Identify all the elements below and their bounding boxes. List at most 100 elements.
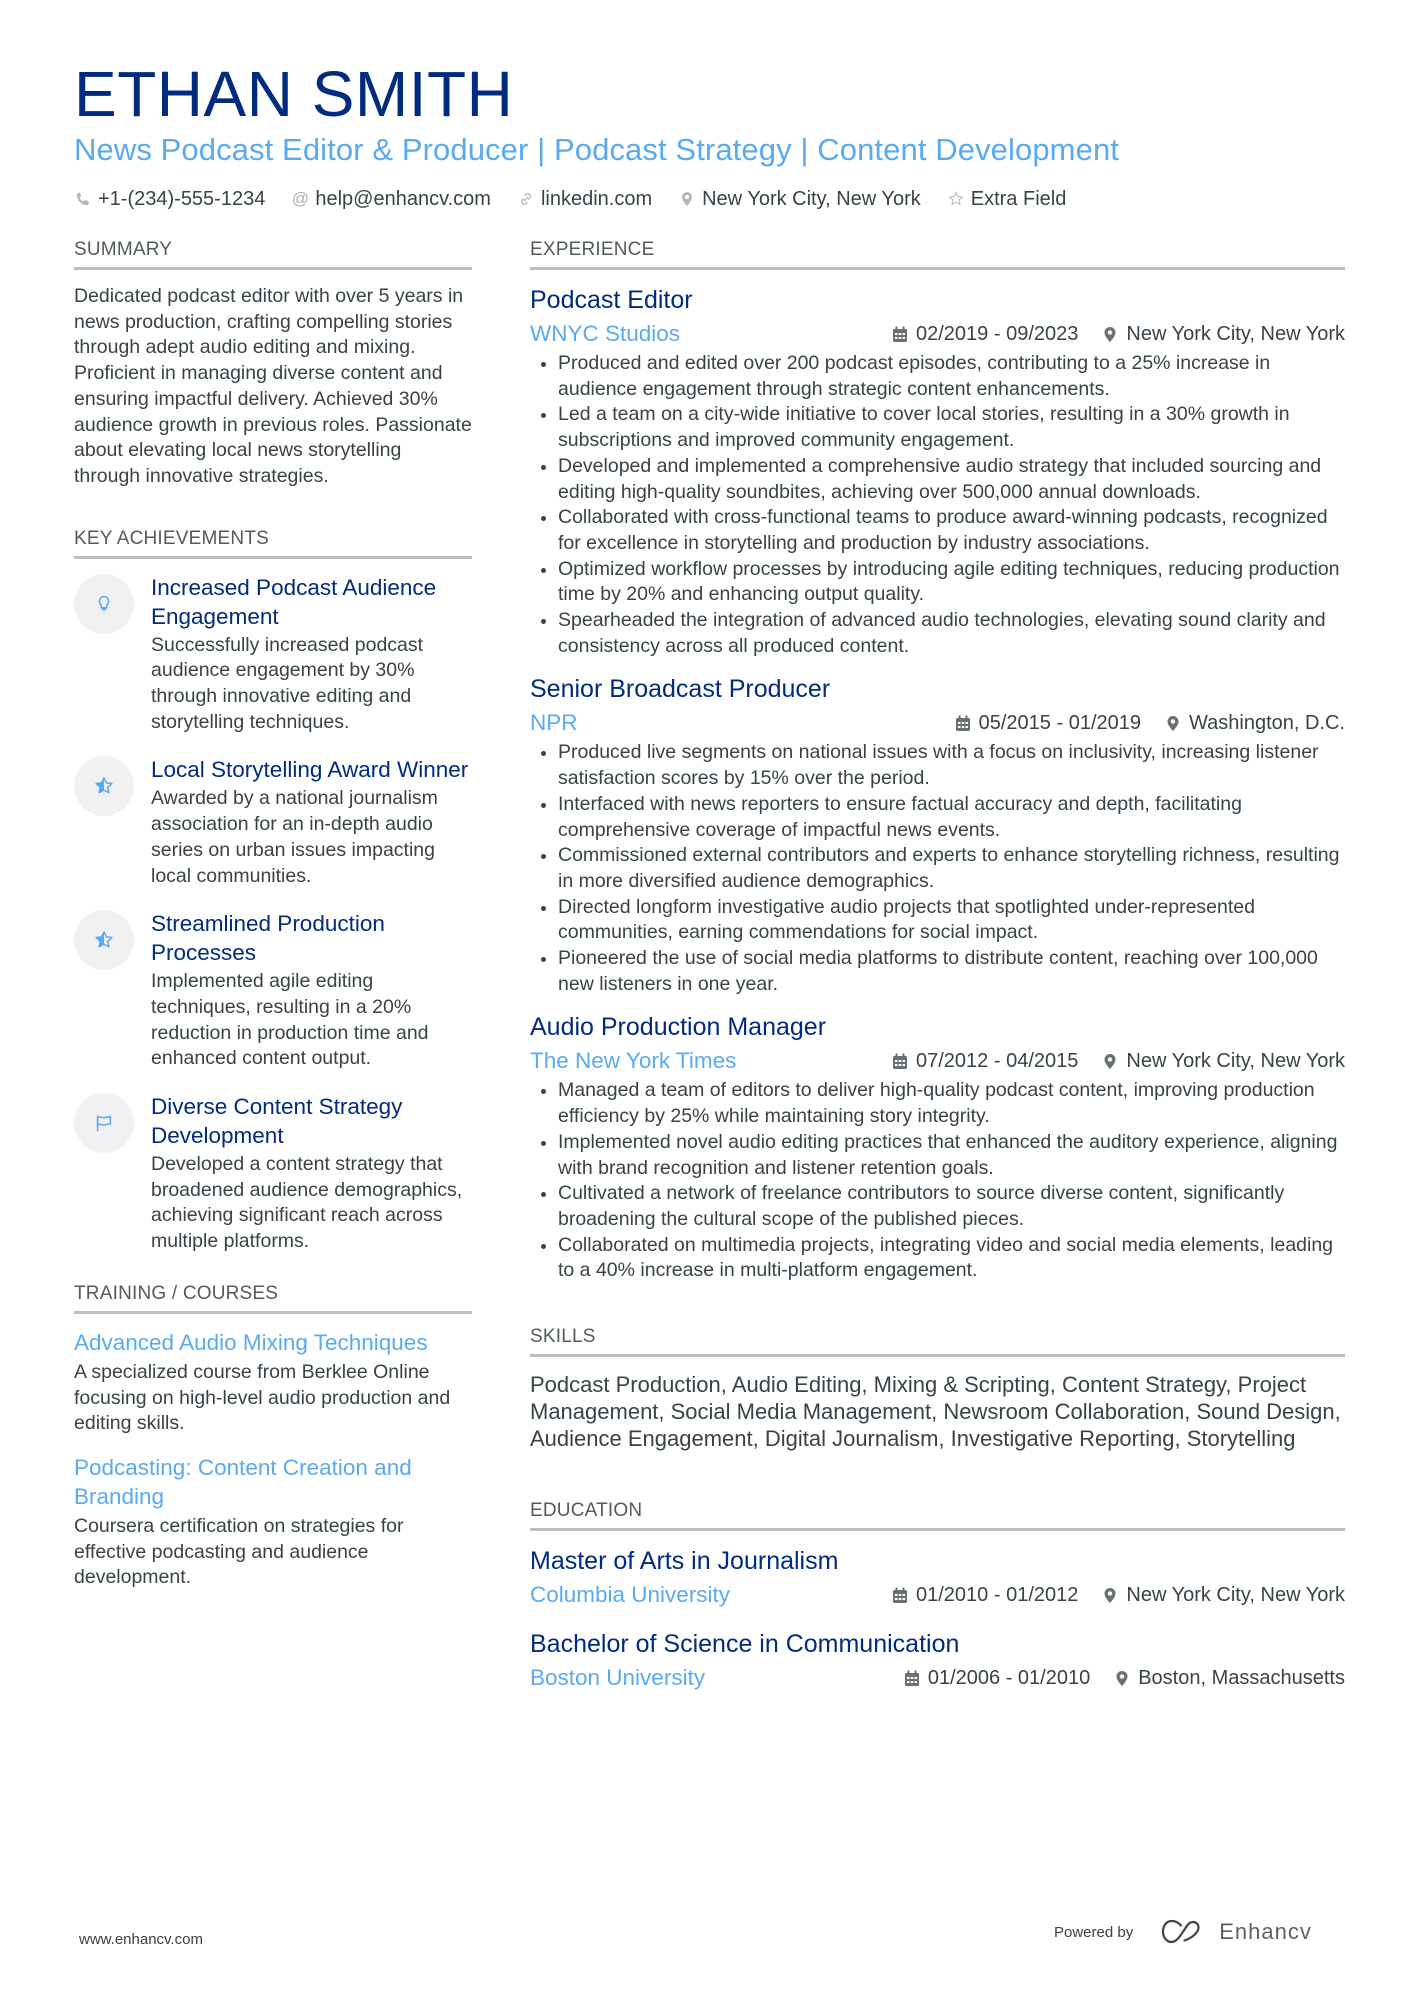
achievement-item: Increased Podcast Audience Engagement Su…	[74, 573, 472, 736]
job-entry: Senior Broadcast Producer NPR 05/2015 - …	[530, 673, 1345, 997]
flag-icon	[74, 1093, 134, 1154]
course-item: Advanced Audio Mixing Techniques A speci…	[74, 1328, 472, 1437]
education-entry: Bachelor of Science in Communication Bos…	[530, 1628, 1345, 1693]
star-icon	[947, 191, 965, 207]
job-title: Podcast Editor	[530, 286, 693, 314]
experience-section: EXPERIENCE Podcast Editor WNYC Studios 0…	[530, 237, 1345, 1284]
education-dates: 01/2010 - 01/2012	[916, 1583, 1079, 1606]
bullet-item: Managed a team of editors to deliver hig…	[530, 1078, 1345, 1129]
school-name: Columbia University	[530, 1582, 731, 1608]
job-dates: 02/2019 - 09/2023	[916, 322, 1079, 345]
course-text: A specialized course from Berklee Online…	[74, 1360, 451, 1435]
location-pin-icon	[1167, 715, 1179, 731]
job-location: Washington, D.C.	[1189, 711, 1345, 734]
calendar-icon	[893, 1053, 907, 1069]
left-column: SUMMARY Dedicated podcast editor with ov…	[74, 237, 472, 1607]
job-dates: 05/2015 - 01/2019	[978, 711, 1141, 734]
brand-logo[interactable]: Enhancv	[1161, 1919, 1312, 1945]
location-pin-icon	[1104, 1053, 1116, 1069]
education-location: New York City, New York	[1126, 1583, 1345, 1606]
bullet-item: Pioneered the use of social media platfo…	[530, 946, 1345, 997]
link-icon	[517, 191, 535, 207]
achievement-text: Awarded by a national journalism associa…	[151, 787, 438, 887]
bullet-item: Developed and implemented a comprehensiv…	[530, 454, 1345, 505]
location-pin-icon	[1116, 1670, 1128, 1686]
achievement-text: Developed a content strategy that broade…	[151, 1153, 463, 1253]
experience-heading: EXPERIENCE	[530, 237, 1345, 270]
powered-by-label: Powered by	[1054, 1923, 1134, 1941]
achievements-heading: KEY ACHIEVEMENTS	[74, 526, 472, 559]
enhancv-logo-icon	[1162, 1919, 1200, 1944]
achievement-title: Local Storytelling Award Winner	[151, 757, 469, 783]
job-bullets: Produced live segments on national issue…	[530, 740, 1345, 997]
achievements-section: KEY ACHIEVEMENTS Increased Podcast Audie…	[74, 526, 472, 1255]
at-icon: @	[291, 189, 309, 208]
bullet-item: Directed longform investigative audio pr…	[530, 895, 1345, 946]
job-bullets: Managed a team of editors to deliver hig…	[530, 1078, 1345, 1284]
job-dates: 07/2012 - 04/2015	[916, 1049, 1079, 1072]
footer-branding: Powered by Enhancv	[1054, 1919, 1312, 1945]
achievement-item: Local Storytelling Award Winner Awarded …	[74, 755, 472, 889]
location-pin-icon	[1104, 326, 1116, 342]
job-title: Audio Production Manager	[530, 1013, 827, 1042]
contact-link-text: linkedin.com	[540, 188, 653, 210]
brand-name: Enhancv	[1219, 1919, 1312, 1944]
summary-section: SUMMARY Dedicated podcast editor with ov…	[74, 237, 472, 490]
course-item: Podcasting: Content Creation and Brandin…	[74, 1453, 472, 1591]
education-section: EDUCATION Master of Arts in Journalism C…	[530, 1498, 1345, 1693]
company-name: NPR	[530, 710, 578, 736]
achievement-item: Streamlined Production Processes Impleme…	[74, 909, 472, 1072]
contact-location-text: New York City, New York	[702, 188, 921, 210]
bullet-item: Cultivated a network of freelance contri…	[530, 1181, 1345, 1232]
job-bullets: Produced and edited over 200 podcast epi…	[530, 351, 1345, 659]
course-title: Advanced Audio Mixing Techniques	[74, 1329, 428, 1355]
bullet-item: Interfaced with news reporters to ensure…	[530, 792, 1345, 843]
calendar-icon	[893, 1587, 907, 1603]
half-star-icon	[74, 910, 134, 971]
contact-link[interactable]: linkedin.com	[517, 186, 652, 212]
contact-phone[interactable]: +1-(234)-555-1234	[74, 186, 265, 212]
training-heading: TRAINING / COURSES	[74, 1281, 472, 1314]
calendar-icon	[893, 326, 907, 342]
company-name: WNYC Studios	[530, 321, 681, 346]
bullet-item: Collaborated on multimedia projects, int…	[530, 1233, 1345, 1284]
calendar-icon	[955, 715, 970, 731]
half-star-icon	[74, 756, 134, 817]
contact-phone-text: +1-(234)-555-1234	[98, 188, 266, 210]
job-location: New York City, New York	[1126, 1049, 1345, 1072]
location-pin-icon	[678, 191, 696, 207]
bullet-item: Produced live segments on national issue…	[530, 740, 1345, 791]
contact-extra-text: Extra Field	[970, 188, 1067, 210]
candidate-name: ETHAN SMITH	[74, 58, 514, 130]
contact-email[interactable]: @ help@enhancv.com	[291, 186, 491, 212]
company-name: The New York Times	[530, 1048, 737, 1074]
achievement-item: Diverse Content Strategy Development Dev…	[74, 1092, 472, 1255]
education-location: Boston, Massachusetts	[1138, 1666, 1345, 1689]
bullet-item: Spearheaded the integration of advanced …	[530, 608, 1345, 659]
achievement-title: Diverse Content Strategy Development	[151, 1094, 403, 1149]
resume-header: ETHAN SMITH News Podcast Editor & Produc…	[74, 58, 1344, 212]
bullet-item: Collaborated with cross-functional teams…	[530, 505, 1345, 556]
degree-title: Bachelor of Science in Communication	[530, 1630, 960, 1659]
education-heading: EDUCATION	[530, 1498, 1345, 1532]
contact-email-text: help@enhancv.com	[315, 188, 491, 210]
skills-section: SKILLS Podcast Production, Audio Editing…	[530, 1324, 1345, 1452]
course-text: Coursera certification on strategies for…	[74, 1514, 404, 1589]
skills-heading: SKILLS	[530, 1324, 1345, 1358]
school-name: Boston University	[530, 1665, 706, 1691]
training-section: TRAINING / COURSES Advanced Audio Mixing…	[74, 1281, 472, 1591]
phone-icon	[74, 191, 92, 207]
footer-website[interactable]: www.enhancv.com	[79, 1931, 203, 1948]
achievement-text: Successfully increased podcast audience …	[151, 633, 424, 733]
contact-extra: Extra Field	[947, 186, 1067, 212]
contact-location: New York City, New York	[678, 186, 921, 212]
education-dates: 01/2006 - 01/2010	[927, 1666, 1091, 1689]
skills-list: Podcast Production, Audio Editing, Mixin…	[530, 1372, 1341, 1452]
candidate-title: News Podcast Editor & Producer | Podcast…	[74, 132, 1119, 167]
lightbulb-icon	[74, 573, 134, 634]
job-location: New York City, New York	[1126, 322, 1345, 345]
bullet-item: Led a team on a city-wide initiative to …	[530, 402, 1345, 453]
summary-heading: SUMMARY	[74, 237, 472, 270]
degree-title: Master of Arts in Journalism	[530, 1547, 839, 1576]
bullet-item: Implemented novel audio editing practice…	[530, 1130, 1345, 1181]
